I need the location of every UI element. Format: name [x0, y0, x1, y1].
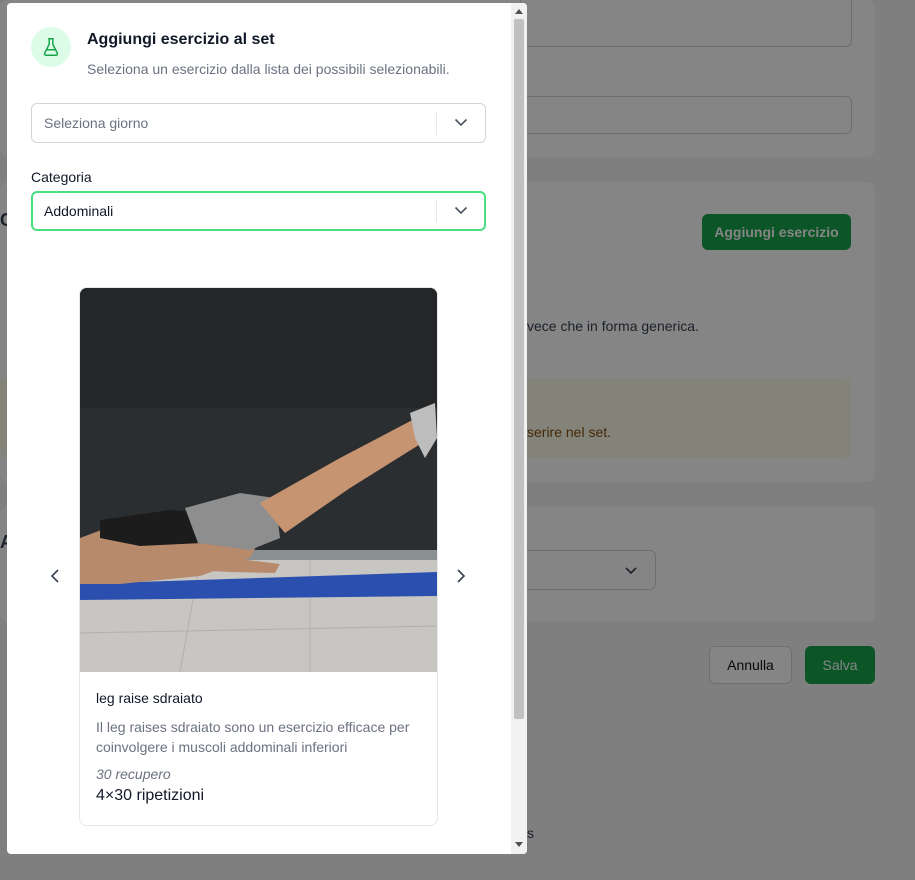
category-select[interactable]: Addominali [31, 191, 486, 231]
modal-title: Aggiungi esercizio al set [87, 31, 275, 48]
exercise-image [80, 288, 437, 672]
modal-subtitle: Seleziona un esercizio dalla lista dei p… [87, 61, 450, 77]
scroll-down-arrow[interactable] [515, 842, 523, 847]
chevron-left-icon[interactable] [45, 566, 65, 586]
exercise-reps: 4×30 ripetizioni [96, 787, 205, 804]
scroll-up-arrow[interactable] [515, 9, 523, 14]
exercise-rest: 30 recupero [96, 766, 171, 782]
exercise-description: Il leg raises sdraiato sono un esercizio… [96, 719, 410, 755]
exercise-name: leg raise sdraiato [96, 690, 203, 706]
chevron-down-icon [454, 206, 468, 215]
category-label: Categoria [31, 169, 92, 185]
flask-icon [31, 27, 71, 67]
day-select[interactable]: Seleziona giorno [31, 103, 486, 143]
scrollbar-thumb[interactable] [514, 19, 524, 719]
exercise-card[interactable]: leg raise sdraiato Il leg raises sdraiat… [79, 287, 438, 826]
select-separator [436, 111, 437, 135]
modal-scrollbar[interactable] [511, 3, 527, 854]
chevron-down-icon [454, 118, 468, 127]
chevron-right-icon[interactable] [451, 566, 471, 586]
add-exercise-modal: Aggiungi esercizio al set Seleziona un e… [7, 3, 527, 854]
select-separator [436, 200, 437, 222]
category-select-value: Addominali [44, 203, 114, 219]
day-select-placeholder: Seleziona giorno [44, 115, 149, 131]
